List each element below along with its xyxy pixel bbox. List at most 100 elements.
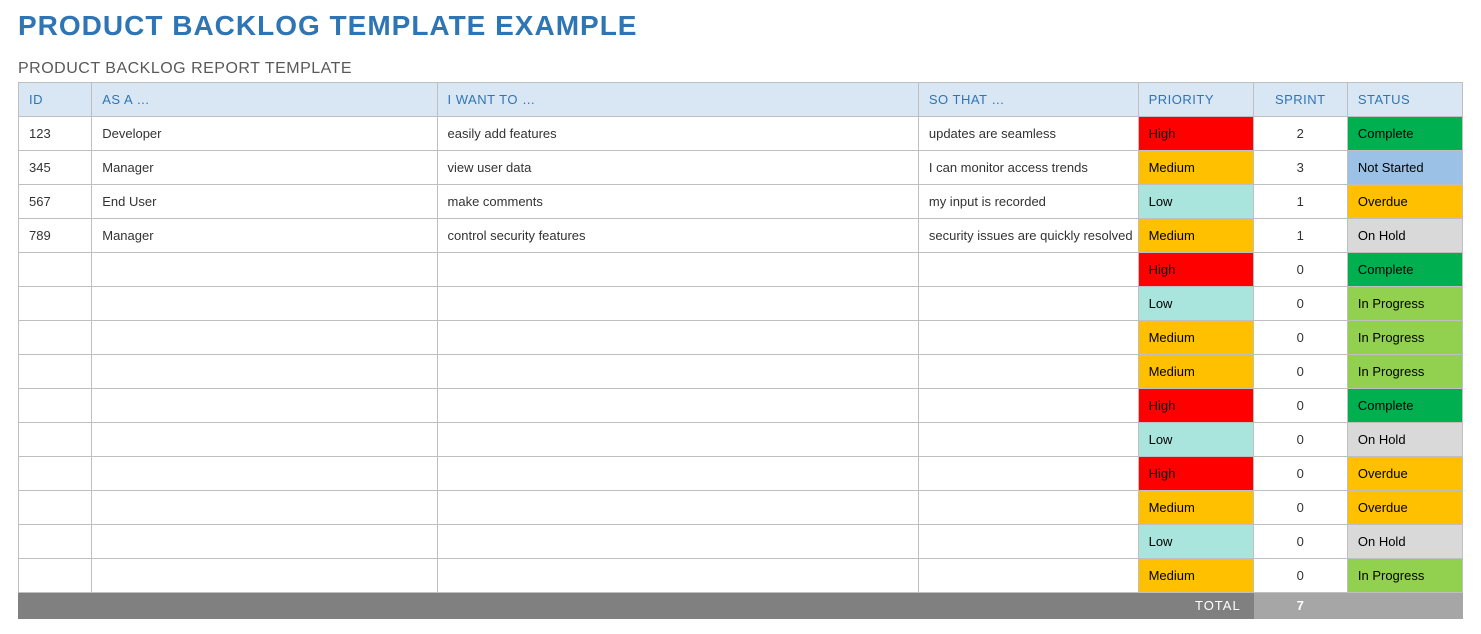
cell-id [19, 491, 92, 525]
cell-priority: Medium [1138, 321, 1253, 355]
cell-want [437, 457, 918, 491]
cell-want [437, 355, 918, 389]
cell-status: In Progress [1347, 287, 1462, 321]
total-label: TOTAL [19, 593, 1254, 619]
cell-want: easily add features [437, 117, 918, 151]
cell-sothat: I can monitor access trends [918, 151, 1138, 185]
cell-asa [92, 253, 437, 287]
cell-asa [92, 423, 437, 457]
cell-sothat [918, 253, 1138, 287]
table-row: High0Complete [19, 253, 1463, 287]
cell-id [19, 525, 92, 559]
cell-want [437, 491, 918, 525]
cell-asa [92, 525, 437, 559]
cell-priority: Medium [1138, 355, 1253, 389]
cell-sprint: 0 [1253, 423, 1347, 457]
cell-sprint: 0 [1253, 355, 1347, 389]
cell-sothat [918, 389, 1138, 423]
cell-priority: High [1138, 253, 1253, 287]
cell-priority: High [1138, 389, 1253, 423]
cell-sothat [918, 355, 1138, 389]
cell-status: Complete [1347, 117, 1462, 151]
cell-priority: Low [1138, 185, 1253, 219]
table-row: 345Managerview user dataI can monitor ac… [19, 151, 1463, 185]
table-row: Medium0In Progress [19, 355, 1463, 389]
cell-priority: Low [1138, 287, 1253, 321]
cell-sothat [918, 525, 1138, 559]
cell-id [19, 321, 92, 355]
cell-sprint: 3 [1253, 151, 1347, 185]
cell-status: Complete [1347, 389, 1462, 423]
cell-sothat: security issues are quickly resolved [918, 219, 1138, 253]
cell-sprint: 0 [1253, 389, 1347, 423]
cell-priority: Medium [1138, 491, 1253, 525]
cell-sothat [918, 457, 1138, 491]
cell-priority: High [1138, 457, 1253, 491]
cell-priority: Low [1138, 423, 1253, 457]
cell-want: control security features [437, 219, 918, 253]
cell-id [19, 423, 92, 457]
cell-sothat [918, 559, 1138, 593]
cell-asa: Manager [92, 151, 437, 185]
cell-asa [92, 491, 437, 525]
total-blank [1347, 593, 1462, 619]
cell-sprint: 0 [1253, 287, 1347, 321]
col-header-id: ID [19, 83, 92, 117]
cell-sothat [918, 423, 1138, 457]
cell-sothat [918, 321, 1138, 355]
cell-asa [92, 355, 437, 389]
cell-sprint: 0 [1253, 491, 1347, 525]
cell-sprint: 0 [1253, 253, 1347, 287]
table-row: 567End Usermake commentsmy input is reco… [19, 185, 1463, 219]
cell-asa: End User [92, 185, 437, 219]
cell-id: 567 [19, 185, 92, 219]
cell-id [19, 559, 92, 593]
cell-want [437, 321, 918, 355]
cell-status: In Progress [1347, 355, 1462, 389]
cell-status: On Hold [1347, 423, 1462, 457]
cell-id: 123 [19, 117, 92, 151]
table-header-row: ID AS A … I WANT TO … SO THAT … PRIORITY… [19, 83, 1463, 117]
cell-want: view user data [437, 151, 918, 185]
cell-priority: Medium [1138, 219, 1253, 253]
cell-status: Not Started [1347, 151, 1462, 185]
table-body: 123Developereasily add featuresupdates a… [19, 117, 1463, 593]
cell-id [19, 253, 92, 287]
cell-sprint: 0 [1253, 457, 1347, 491]
cell-asa: Developer [92, 117, 437, 151]
table-row: Low0On Hold [19, 423, 1463, 457]
cell-status: In Progress [1347, 321, 1462, 355]
table-row: High0Complete [19, 389, 1463, 423]
cell-priority: Low [1138, 525, 1253, 559]
cell-sothat [918, 491, 1138, 525]
cell-want [437, 389, 918, 423]
total-value: 7 [1253, 593, 1347, 619]
cell-id: 789 [19, 219, 92, 253]
cell-want: make comments [437, 185, 918, 219]
cell-id: 345 [19, 151, 92, 185]
cell-sprint: 0 [1253, 321, 1347, 355]
cell-sprint: 2 [1253, 117, 1347, 151]
cell-sprint: 0 [1253, 559, 1347, 593]
cell-priority: High [1138, 117, 1253, 151]
backlog-table: ID AS A … I WANT TO … SO THAT … PRIORITY… [18, 82, 1463, 619]
cell-id [19, 287, 92, 321]
cell-status: On Hold [1347, 525, 1462, 559]
table-footer-row: TOTAL 7 [19, 593, 1463, 619]
cell-status: Overdue [1347, 185, 1462, 219]
col-header-asa: AS A … [92, 83, 437, 117]
table-row: 789Managercontrol security featuressecur… [19, 219, 1463, 253]
table-row: Medium0Overdue [19, 491, 1463, 525]
cell-want [437, 525, 918, 559]
section-subtitle: PRODUCT BACKLOG REPORT TEMPLATE [18, 60, 1463, 78]
cell-priority: Medium [1138, 559, 1253, 593]
cell-asa [92, 321, 437, 355]
cell-want [437, 559, 918, 593]
cell-id [19, 457, 92, 491]
table-row: Low0On Hold [19, 525, 1463, 559]
cell-asa [92, 559, 437, 593]
cell-priority: Medium [1138, 151, 1253, 185]
cell-status: Overdue [1347, 457, 1462, 491]
cell-asa [92, 287, 437, 321]
table-row: Medium0In Progress [19, 559, 1463, 593]
